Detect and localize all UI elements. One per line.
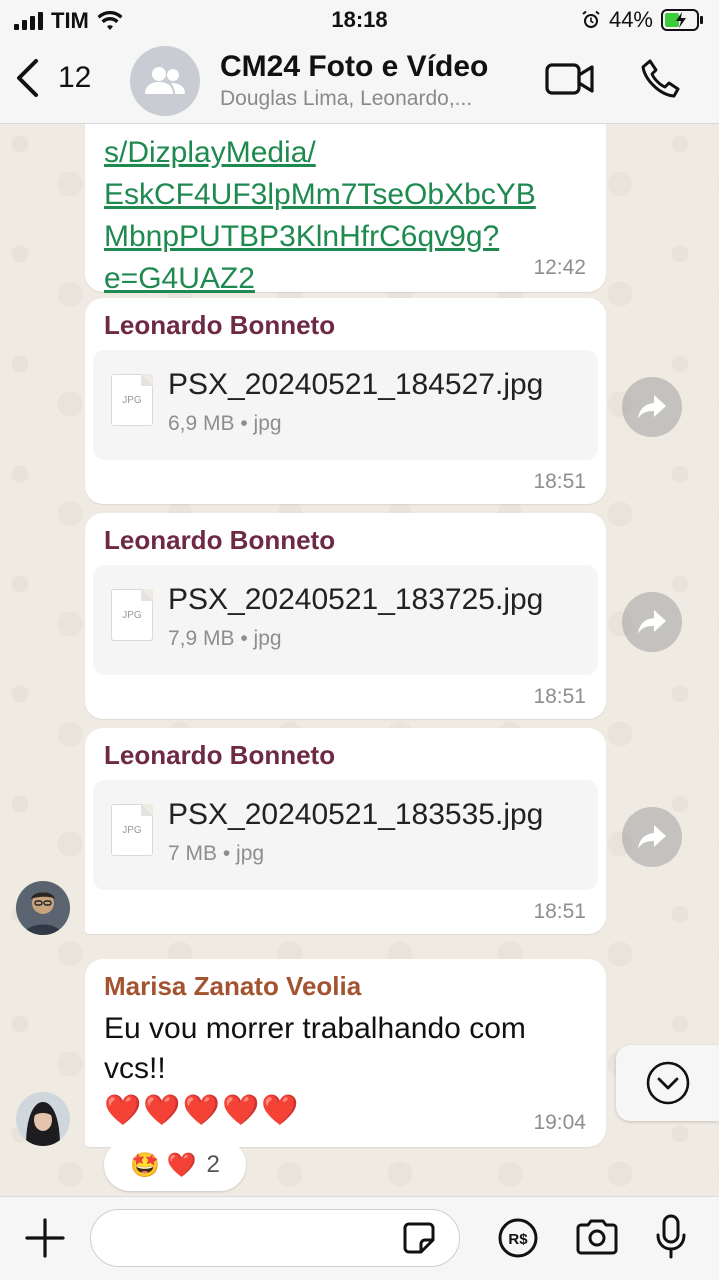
file-attachment[interactable]: JPG PSX_20240521_184527.jpg 6,9 MB • jpg bbox=[93, 350, 598, 460]
message-bubble-file[interactable]: Leonardo Bonneto JPG PSX_20240521_184527… bbox=[85, 298, 606, 504]
file-meta: 7 MB • jpg bbox=[168, 842, 265, 865]
payment-button[interactable]: R$ bbox=[497, 1217, 539, 1259]
file-meta: 7,9 MB • jpg bbox=[168, 627, 282, 650]
message-bubble-file[interactable]: Leonardo Bonneto JPG PSX_20240521_183535… bbox=[85, 728, 606, 934]
chat-area[interactable]: s/DizplayMedia/ EskCF4UF3lpMm7TseObXbcYB… bbox=[0, 124, 719, 1196]
chevron-left-icon bbox=[14, 58, 40, 98]
reaction-count: 2 bbox=[206, 1151, 220, 1178]
camera-button[interactable] bbox=[574, 1218, 620, 1256]
attach-button[interactable] bbox=[24, 1217, 66, 1259]
sticker-icon bbox=[403, 1222, 435, 1254]
message-sender: Leonardo Bonneto bbox=[104, 310, 336, 340]
phone-icon bbox=[641, 59, 680, 98]
video-call-button[interactable] bbox=[545, 62, 595, 96]
jpg-file-icon: JPG bbox=[111, 374, 153, 426]
file-name: PSX_20240521_184527.jpg bbox=[168, 368, 544, 401]
message-text: Eu vou morrer trabalhando com bbox=[104, 1012, 526, 1045]
message-bubble-file[interactable]: Leonardo Bonneto JPG PSX_20240521_183725… bbox=[85, 513, 606, 719]
message-bubble-text[interactable]: Marisa Zanato Veolia Eu vou morrer traba… bbox=[85, 959, 606, 1147]
voice-call-button[interactable] bbox=[640, 58, 682, 100]
jpg-file-icon: JPG bbox=[111, 589, 153, 641]
sticker-button[interactable] bbox=[400, 1219, 438, 1257]
microphone-icon bbox=[656, 1214, 686, 1259]
message-link-line[interactable]: EskCF4UF3lpMm7TseObXbcYB bbox=[104, 174, 536, 216]
jpg-file-icon: JPG bbox=[111, 804, 153, 856]
avatar[interactable] bbox=[16, 1092, 70, 1146]
reaction-emojis: 🤩 ❤️ bbox=[130, 1151, 197, 1179]
message-text: vcs!! bbox=[104, 1052, 166, 1085]
chat-header: 12 CM24 Foto e Vídeo Douglas Lima, Leona… bbox=[0, 40, 719, 124]
forward-icon bbox=[638, 825, 666, 849]
chat-title[interactable]: CM24 Foto e Vídeo bbox=[220, 50, 488, 84]
file-meta: 6,9 MB • jpg bbox=[168, 412, 282, 435]
message-time: 18:51 bbox=[533, 470, 586, 493]
input-bar: R$ bbox=[0, 1196, 719, 1280]
plus-icon bbox=[25, 1218, 65, 1258]
message-link-line[interactable]: s/DizplayMedia/ bbox=[104, 132, 316, 174]
message-time: 19:04 bbox=[533, 1111, 586, 1134]
message-sender: Leonardo Bonneto bbox=[104, 525, 336, 555]
battery-group: 44% bbox=[581, 7, 705, 33]
svg-text:R$: R$ bbox=[508, 1231, 528, 1248]
avatar[interactable] bbox=[16, 881, 70, 935]
forward-button[interactable] bbox=[622, 807, 682, 867]
scroll-to-bottom-button[interactable] bbox=[616, 1045, 719, 1121]
message-link-line[interactable]: e=G4UAZ2 bbox=[104, 258, 255, 300]
chat-participants[interactable]: Douglas Lima, Leonardo,... bbox=[220, 87, 472, 111]
group-icon bbox=[145, 67, 185, 94]
group-avatar[interactable] bbox=[130, 46, 200, 116]
message-sender: Marisa Zanato Veolia bbox=[104, 971, 362, 1001]
battery-charging-icon bbox=[661, 9, 705, 31]
file-name: PSX_20240521_183725.jpg bbox=[168, 583, 544, 616]
back-button[interactable]: 12 bbox=[14, 58, 91, 98]
message-emojis: ❤️❤️❤️❤️❤️ bbox=[104, 1094, 301, 1127]
message-time: 12:42 bbox=[533, 256, 586, 279]
message-link-line[interactable]: MbnpPUTBP3KlnHfrC6qv9g? bbox=[104, 216, 499, 258]
forward-button[interactable] bbox=[622, 377, 682, 437]
file-attachment[interactable]: JPG PSX_20240521_183535.jpg 7 MB • jpg bbox=[93, 780, 598, 890]
forward-icon bbox=[638, 610, 666, 634]
video-camera-icon bbox=[545, 63, 594, 95]
message-sender: Leonardo Bonneto bbox=[104, 740, 336, 770]
file-name: PSX_20240521_183535.jpg bbox=[168, 798, 544, 831]
chevron-down-icon bbox=[646, 1061, 689, 1105]
unread-count: 12 bbox=[58, 61, 92, 94]
forward-icon bbox=[638, 395, 666, 419]
forward-button[interactable] bbox=[622, 592, 682, 652]
message-bubble-link[interactable]: s/DizplayMedia/ EskCF4UF3lpMm7TseObXbcYB… bbox=[85, 124, 606, 295]
real-currency-icon: R$ bbox=[498, 1218, 538, 1258]
status-bar: TIM 18:18 44% bbox=[0, 0, 719, 40]
alarm-icon bbox=[581, 10, 601, 30]
reaction-pill[interactable]: 🤩 ❤️ 2 bbox=[104, 1139, 246, 1191]
camera-icon bbox=[576, 1219, 618, 1255]
message-time: 18:51 bbox=[533, 685, 586, 708]
battery-percent: 44% bbox=[608, 7, 653, 32]
message-time: 18:51 bbox=[533, 900, 586, 923]
voice-message-button[interactable] bbox=[654, 1214, 688, 1260]
file-attachment[interactable]: JPG PSX_20240521_183725.jpg 7,9 MB • jpg bbox=[93, 565, 598, 675]
